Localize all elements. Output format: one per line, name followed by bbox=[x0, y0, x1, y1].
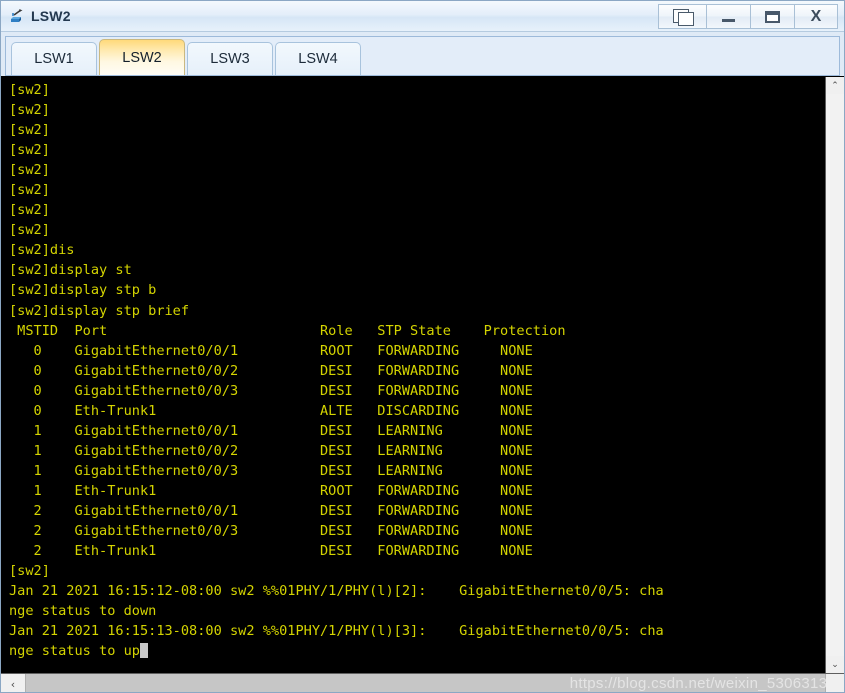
maximize-icon bbox=[765, 10, 780, 23]
scroll-left-arrow-icon[interactable]: ‹ bbox=[1, 674, 26, 692]
terminal-cursor bbox=[139, 643, 148, 659]
minimize-button[interactable] bbox=[706, 4, 750, 29]
tab-lsw1[interactable]: LSW1 bbox=[11, 42, 97, 75]
close-button[interactable]: X bbox=[794, 4, 838, 29]
tab-label: LSW4 bbox=[298, 51, 338, 67]
tab-lsw4[interactable]: LSW4 bbox=[275, 42, 361, 75]
emulator-window: LSW2 X LSW1 LSW2 LSW3 LSW4 [sw2] [sw2] [… bbox=[0, 0, 845, 693]
terminal-row: [sw2] [sw2] [sw2] [sw2] [sw2] [sw2] [sw2… bbox=[1, 77, 844, 673]
window-titlebar: LSW2 X bbox=[1, 1, 844, 32]
window-title: LSW2 bbox=[31, 8, 71, 24]
switch-icon bbox=[8, 7, 26, 25]
restore-icon bbox=[672, 8, 694, 26]
window-controls: X bbox=[658, 4, 838, 29]
horizontal-scroll-track[interactable] bbox=[26, 674, 825, 692]
restore-button[interactable] bbox=[658, 4, 706, 29]
tab-lsw2[interactable]: LSW2 bbox=[99, 39, 185, 75]
scroll-up-arrow-icon[interactable]: ⌃ bbox=[826, 77, 844, 94]
vertical-scroll-track[interactable] bbox=[826, 94, 844, 656]
tabbar-inner: LSW1 LSW2 LSW3 LSW4 bbox=[5, 36, 840, 76]
terminal-output: [sw2] [sw2] [sw2] [sw2] [sw2] [sw2] [sw2… bbox=[9, 82, 664, 660]
scroll-down-arrow-icon[interactable]: ⌄ bbox=[826, 656, 844, 673]
terminal-screen[interactable]: [sw2] [sw2] [sw2] [sw2] [sw2] [sw2] [sw2… bbox=[1, 77, 825, 673]
tab-label: LSW2 bbox=[122, 49, 162, 66]
tab-lsw3[interactable]: LSW3 bbox=[187, 42, 273, 75]
horizontal-scrollbar[interactable]: ‹ bbox=[1, 673, 844, 692]
device-tabbar: LSW1 LSW2 LSW3 LSW4 bbox=[1, 32, 844, 76]
tab-label: LSW3 bbox=[210, 51, 250, 67]
maximize-button[interactable] bbox=[750, 4, 794, 29]
close-icon: X bbox=[810, 7, 822, 25]
scrollbar-corner bbox=[825, 674, 844, 692]
minimize-icon bbox=[722, 19, 735, 22]
terminal-area: [sw2] [sw2] [sw2] [sw2] [sw2] [sw2] [sw2… bbox=[1, 76, 844, 692]
tab-label: LSW1 bbox=[34, 51, 74, 67]
vertical-scrollbar[interactable]: ⌃ ⌄ bbox=[825, 77, 844, 673]
